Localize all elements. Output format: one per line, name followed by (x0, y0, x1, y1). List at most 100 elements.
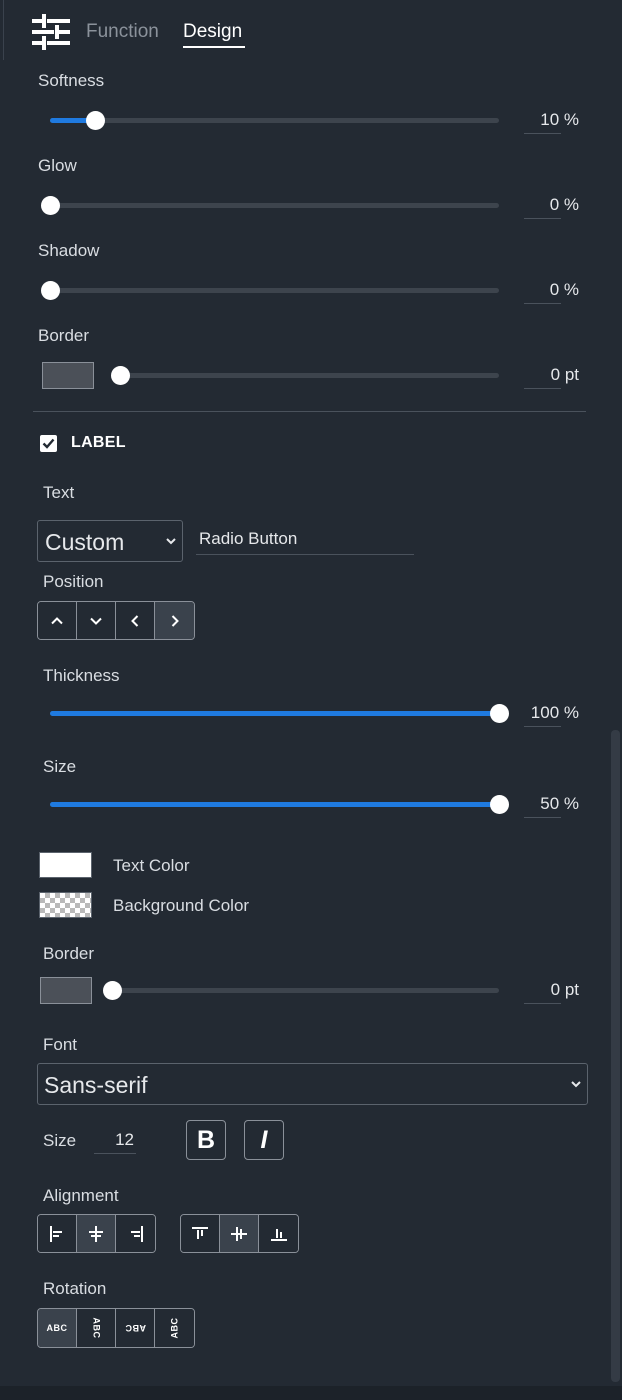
tab-design[interactable]: Design (183, 21, 242, 43)
thickness-label: Thickness (43, 666, 120, 685)
position-button-group (37, 601, 195, 640)
align-top-button[interactable] (181, 1215, 220, 1252)
sliders-icon (32, 14, 70, 50)
glow-slider[interactable] (41, 195, 499, 215)
background-color-swatch[interactable] (39, 892, 92, 918)
slider-track (50, 203, 499, 208)
softness-label: Softness (38, 71, 105, 90)
value-underline (524, 817, 561, 818)
font-label: Font (43, 1035, 78, 1054)
design-panel: Function Design Softness 10 % Glow 0 % S… (0, 0, 622, 1400)
slider-thumb[interactable] (103, 981, 122, 1000)
slider-track (120, 373, 499, 378)
align-left-icon (50, 1225, 62, 1242)
slider-track (50, 118, 499, 123)
thickness-value[interactable]: 100 % (523, 703, 579, 723)
position-left-button[interactable] (116, 602, 155, 639)
chevron-up-icon (51, 616, 63, 624)
size-value[interactable]: 50 % (523, 794, 579, 814)
align-right-button[interactable] (116, 1215, 155, 1252)
slider-thumb[interactable] (490, 795, 509, 814)
label-border-color-swatch[interactable] (40, 977, 92, 1004)
slider-fill (50, 802, 499, 807)
softness-slider[interactable] (50, 110, 499, 130)
position-up-button[interactable] (38, 602, 77, 639)
chevron-down-icon (166, 538, 176, 545)
bold-button[interactable]: B (186, 1120, 226, 1160)
label-text-input[interactable]: Radio Button (196, 529, 414, 555)
position-down-button[interactable] (77, 602, 116, 639)
value-underline (524, 1003, 561, 1004)
section-divider (33, 411, 586, 412)
slider-thumb[interactable] (41, 281, 60, 300)
text-label: Text (43, 483, 75, 502)
rotation-button-group: ABC ABC ABC ABC (37, 1308, 195, 1348)
panel-header: Function Design (0, 0, 622, 62)
slider-thumb[interactable] (490, 704, 509, 723)
softness-value[interactable]: 10 % (523, 110, 579, 130)
label-border-value[interactable]: 0 pt (523, 980, 579, 1000)
italic-icon: I (260, 1125, 268, 1154)
text-color-swatch[interactable] (39, 852, 92, 878)
label-border-label: Border (43, 944, 95, 963)
value-underline (524, 303, 561, 304)
align-top-icon (192, 1226, 208, 1239)
text-color-label: Text Color (113, 856, 190, 875)
shadow-slider[interactable] (41, 280, 499, 300)
panel-scrollbar[interactable] (611, 730, 620, 1382)
slider-fill (50, 711, 499, 716)
background-color-label: Background Color (113, 896, 250, 915)
slider-track (50, 288, 499, 293)
slider-thumb[interactable] (41, 196, 60, 215)
align-middle-icon (231, 1226, 247, 1241)
rotation-0-text: ABC (46, 1323, 68, 1333)
border-label: Border (38, 326, 90, 345)
bold-icon: B (196, 1125, 216, 1154)
align-center-icon (89, 1225, 103, 1242)
active-tab-indicator (183, 46, 245, 48)
rotation-270-button[interactable]: ABC (155, 1309, 194, 1347)
border-slider[interactable] (111, 365, 499, 385)
checkmark-icon (42, 438, 55, 449)
tab-function[interactable]: Function (86, 21, 159, 43)
border-color-swatch[interactable] (42, 362, 94, 389)
value-underline (524, 726, 561, 727)
border-value[interactable]: 0 pt (523, 365, 579, 385)
size-slider[interactable] (50, 794, 509, 814)
thickness-slider[interactable] (50, 703, 509, 723)
text-mode-value: Custom (45, 529, 125, 555)
vertical-alignment-group (180, 1214, 299, 1253)
font-size-input[interactable]: 12 (94, 1130, 136, 1154)
label-section-title: LABEL (71, 434, 126, 451)
rotation-90-button[interactable]: ABC (77, 1309, 116, 1347)
rotation-90-text: ABC (91, 1317, 101, 1339)
rotation-270-text: ABC (169, 1317, 180, 1339)
label-checkbox[interactable] (40, 435, 57, 452)
align-left-button[interactable] (38, 1215, 77, 1252)
align-bottom-button[interactable] (259, 1215, 298, 1252)
value-underline (524, 388, 561, 389)
horizontal-alignment-group (37, 1214, 156, 1253)
font-select[interactable]: Sans-serif (37, 1063, 588, 1105)
glow-label: Glow (38, 156, 77, 175)
shadow-label: Shadow (38, 241, 100, 260)
slider-track (112, 988, 499, 993)
align-right-icon (130, 1225, 143, 1242)
label-border-slider[interactable] (103, 980, 499, 1000)
rotation-180-button[interactable]: ABC (116, 1309, 155, 1347)
glow-value[interactable]: 0 % (523, 195, 579, 215)
rotation-0-button[interactable]: ABC (38, 1309, 77, 1347)
font-value: Sans-serif (44, 1072, 148, 1098)
italic-button[interactable]: I (244, 1120, 284, 1160)
slider-thumb[interactable] (86, 111, 105, 130)
position-right-button[interactable] (155, 602, 194, 639)
align-bottom-icon (270, 1228, 287, 1241)
position-label: Position (43, 572, 104, 591)
text-mode-select[interactable]: Custom (37, 520, 183, 562)
chevron-left-icon (131, 614, 139, 627)
align-center-button[interactable] (77, 1215, 116, 1252)
slider-thumb[interactable] (111, 366, 130, 385)
align-middle-button[interactable] (220, 1215, 259, 1252)
size-label: Size (43, 757, 77, 776)
shadow-value[interactable]: 0 % (523, 280, 579, 300)
